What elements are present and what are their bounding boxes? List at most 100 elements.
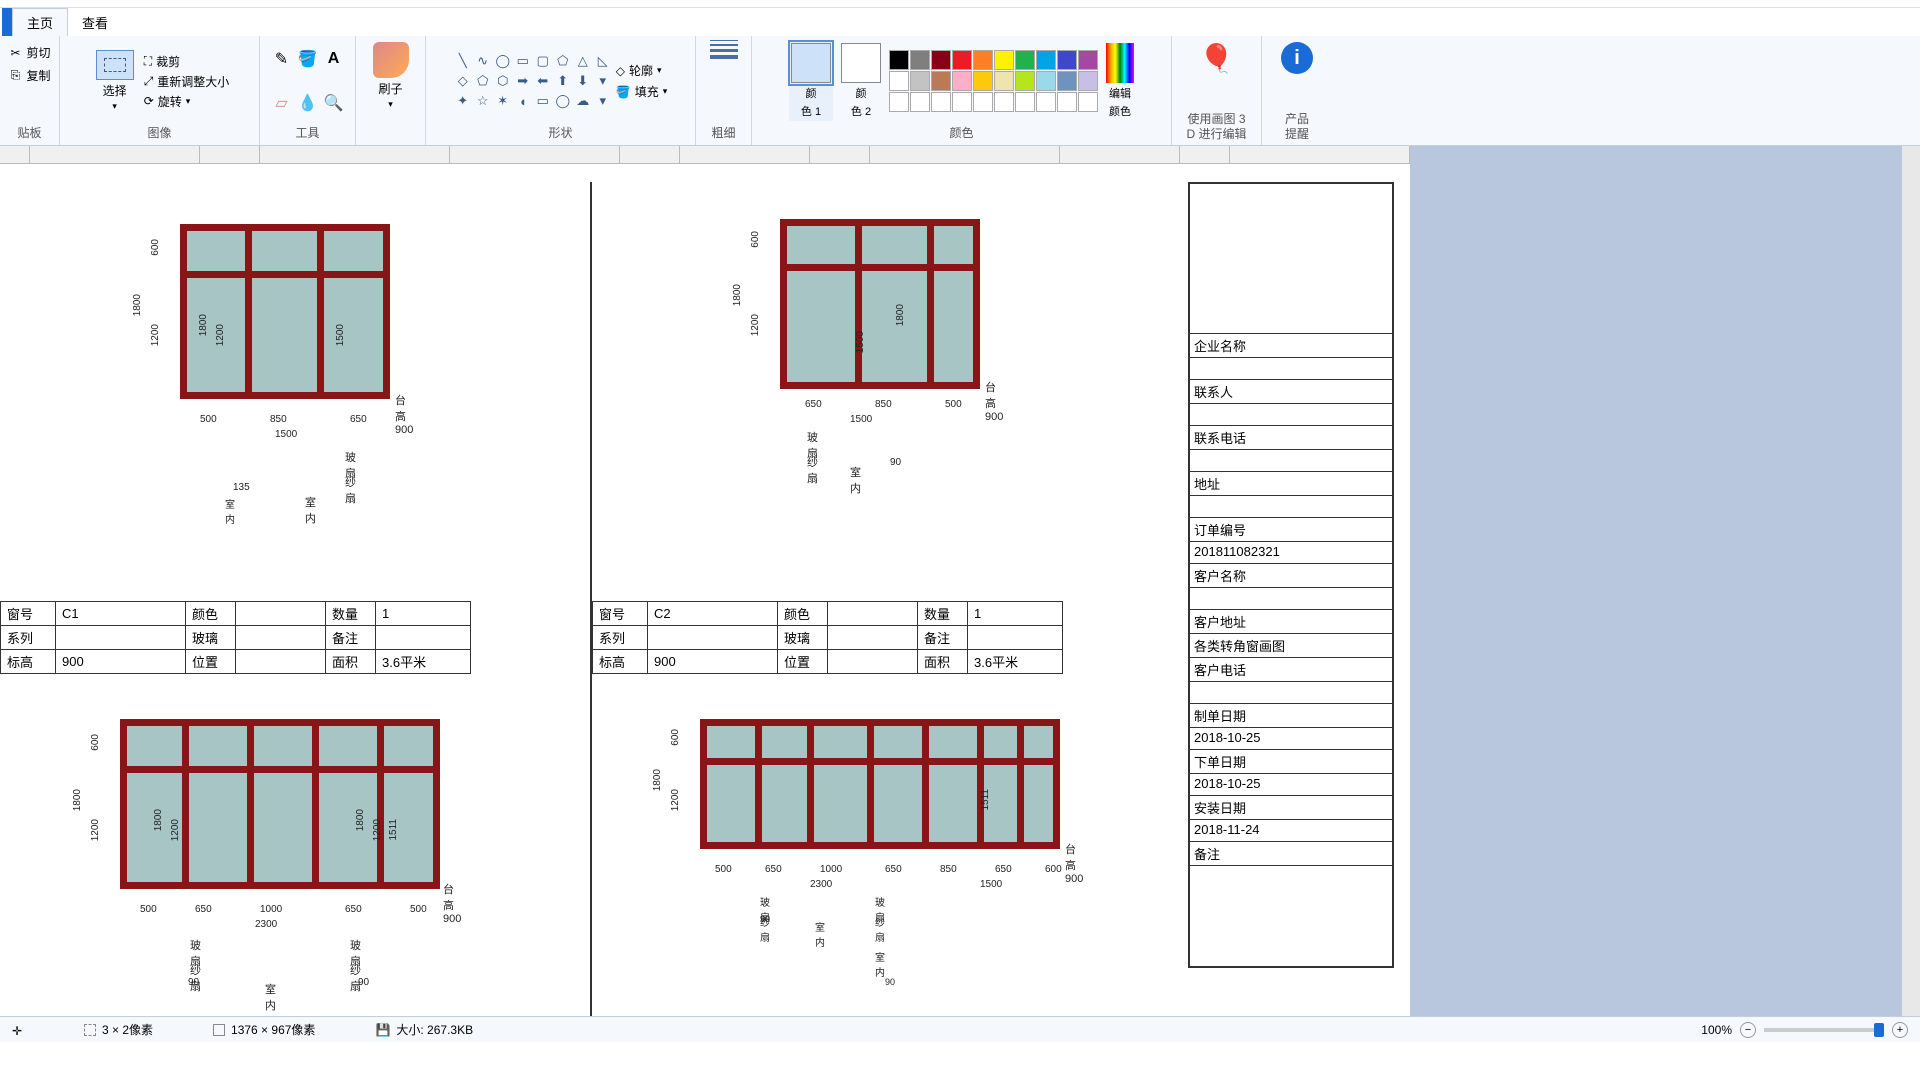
magnifier-tool[interactable]: 🔍 xyxy=(324,93,344,113)
edit-colors-button[interactable]: 编辑 颜色 xyxy=(1106,43,1134,119)
copy-icon: ⎘ xyxy=(8,69,22,83)
ruler-horizontal xyxy=(0,146,1410,164)
file-menu[interactable] xyxy=(2,8,12,36)
rect-shape[interactable]: ▭ xyxy=(514,52,532,70)
color2-button[interactable]: 颜 色 2 xyxy=(841,43,881,119)
scrollbar-vertical[interactable] xyxy=(1902,146,1920,1016)
outline-icon: ◇ xyxy=(616,64,625,78)
palette-empty[interactable] xyxy=(931,92,951,112)
palette-color[interactable] xyxy=(910,50,930,70)
rtriangle-shape[interactable]: ◺ xyxy=(594,52,612,70)
zoom-in-button[interactable]: + xyxy=(1892,1022,1908,1038)
star4-shape[interactable]: ✦ xyxy=(454,92,472,110)
callout2-shape[interactable]: ▭ xyxy=(534,92,552,110)
palette-empty[interactable] xyxy=(1036,92,1056,112)
palette-empty[interactable] xyxy=(1057,92,1077,112)
shapes-gallery[interactable]: ╲ ∿ ◯ ▭ ▢ ⬠ △ ◺ ◇ ⬠ ⬡ ➡ ⬅ ⬆ ⬇ ▾ ✦ ☆ ✶ ◖ xyxy=(454,52,612,110)
palette-color[interactable] xyxy=(952,71,972,91)
diamond-shape[interactable]: ◇ xyxy=(454,72,472,90)
size-button[interactable] xyxy=(710,40,738,122)
curve-shape[interactable]: ∿ xyxy=(474,52,492,70)
polygon-shape[interactable]: ⬠ xyxy=(554,52,572,70)
pentagon-shape[interactable]: ⬠ xyxy=(474,72,492,90)
resize-button[interactable]: ⤢重新调整大小 xyxy=(144,73,230,90)
cut-button[interactable]: ✂剪切 xyxy=(8,44,50,61)
arrow-r-shape[interactable]: ➡ xyxy=(514,72,532,90)
palette-empty[interactable] xyxy=(973,92,993,112)
brush-icon xyxy=(373,42,409,78)
palette-color[interactable] xyxy=(889,71,909,91)
palette-color[interactable] xyxy=(1057,71,1077,91)
fill-button[interactable]: 🪣填充▾ xyxy=(616,83,668,100)
eraser-tool[interactable]: ▱ xyxy=(272,93,292,113)
roundrect-shape[interactable]: ▢ xyxy=(534,52,552,70)
palette-color[interactable] xyxy=(910,71,930,91)
canvas[interactable]: 1800 1200 600 1800 1200 1500 500 850 650… xyxy=(0,164,1400,1014)
palette-color[interactable] xyxy=(994,50,1014,70)
palette-color[interactable] xyxy=(952,50,972,70)
hexagon-shape[interactable]: ⬡ xyxy=(494,72,512,90)
palette-empty[interactable] xyxy=(910,92,930,112)
star6-shape[interactable]: ✶ xyxy=(494,92,512,110)
palette-color[interactable] xyxy=(931,50,951,70)
palette-color[interactable] xyxy=(973,50,993,70)
tab-view[interactable]: 查看 xyxy=(68,9,122,36)
outline-button[interactable]: ◇轮廓▾ xyxy=(616,62,668,79)
status-filesize: 💾大小: 267.3KB xyxy=(375,1021,473,1038)
image-label: 图像 xyxy=(147,122,171,141)
palette-empty[interactable] xyxy=(889,92,909,112)
palette-color[interactable] xyxy=(994,71,1014,91)
tab-home[interactable]: 主页 xyxy=(12,8,68,36)
product-alert-button[interactable]: i xyxy=(1275,40,1319,110)
more-shapes[interactable]: ▾ xyxy=(594,72,612,90)
arrow-l-shape[interactable]: ⬅ xyxy=(534,72,552,90)
palette-empty[interactable] xyxy=(994,92,1014,112)
palette-color[interactable] xyxy=(973,71,993,91)
palette-color[interactable] xyxy=(889,50,909,70)
info-panel: 企业名称 联系人 联系电话 地址 订单编号 201811082321 客户名称 … xyxy=(1188,182,1394,968)
rotate-button[interactable]: ⟳旋转▾ xyxy=(144,93,230,110)
arrow-u-shape[interactable]: ⬆ xyxy=(554,72,572,90)
statusbar: ✛ 3 × 2像素 1376 × 967像素 💾大小: 267.3KB 100%… xyxy=(0,1016,1920,1042)
picker-tool[interactable]: 💧 xyxy=(298,93,318,113)
status-selection: 3 × 2像素 xyxy=(84,1021,153,1038)
select-button[interactable]: 选择 ▾ xyxy=(90,48,140,114)
palette-color[interactable] xyxy=(1036,71,1056,91)
copy-button[interactable]: ⎘复制 xyxy=(8,67,50,84)
text-tool[interactable]: A xyxy=(324,49,344,69)
color2-swatch xyxy=(841,43,881,83)
palette-empty[interactable] xyxy=(1015,92,1035,112)
expand-shapes[interactable]: ▾ xyxy=(594,92,612,110)
triangle-shape[interactable]: △ xyxy=(574,52,592,70)
star5-shape[interactable]: ☆ xyxy=(474,92,492,110)
oval-shape[interactable]: ◯ xyxy=(494,52,512,70)
palette-color[interactable] xyxy=(1015,50,1035,70)
shapes-label: 形状 xyxy=(548,122,572,141)
palette-color[interactable] xyxy=(1036,50,1056,70)
brush-button[interactable]: 刷子 ▾ xyxy=(367,40,415,139)
palette-color[interactable] xyxy=(1078,50,1098,70)
color1-button[interactable]: 颜 色 1 xyxy=(789,41,833,121)
palette-color[interactable] xyxy=(1015,71,1035,91)
palette-color[interactable] xyxy=(1078,71,1098,91)
zoom-control: 100% − + xyxy=(1701,1022,1908,1038)
pencil-tool[interactable]: ✎ xyxy=(272,49,292,69)
palette-color[interactable] xyxy=(931,71,951,91)
paint3d-button[interactable]: 🎈 xyxy=(1193,40,1240,110)
palette-color[interactable] xyxy=(1057,50,1077,70)
balloon-icon: 🎈 xyxy=(1199,42,1234,75)
line-shape[interactable]: ╲ xyxy=(454,52,472,70)
scissors-icon: ✂ xyxy=(8,46,22,60)
fill-tool[interactable]: 🪣 xyxy=(298,49,318,69)
arrow-d-shape[interactable]: ⬇ xyxy=(574,72,592,90)
callout3-shape[interactable]: ◯ xyxy=(554,92,572,110)
crop-button[interactable]: ⛶裁剪 xyxy=(144,53,230,70)
select-rect-icon xyxy=(96,50,134,80)
cloud-shape[interactable]: ☁ xyxy=(574,92,592,110)
callout1-shape[interactable]: ◖ xyxy=(514,92,532,110)
zoom-out-button[interactable]: − xyxy=(1740,1022,1756,1038)
zoom-slider[interactable] xyxy=(1764,1028,1884,1032)
palette-empty[interactable] xyxy=(952,92,972,112)
palette-empty[interactable] xyxy=(1078,92,1098,112)
disk-icon: 💾 xyxy=(375,1023,390,1037)
